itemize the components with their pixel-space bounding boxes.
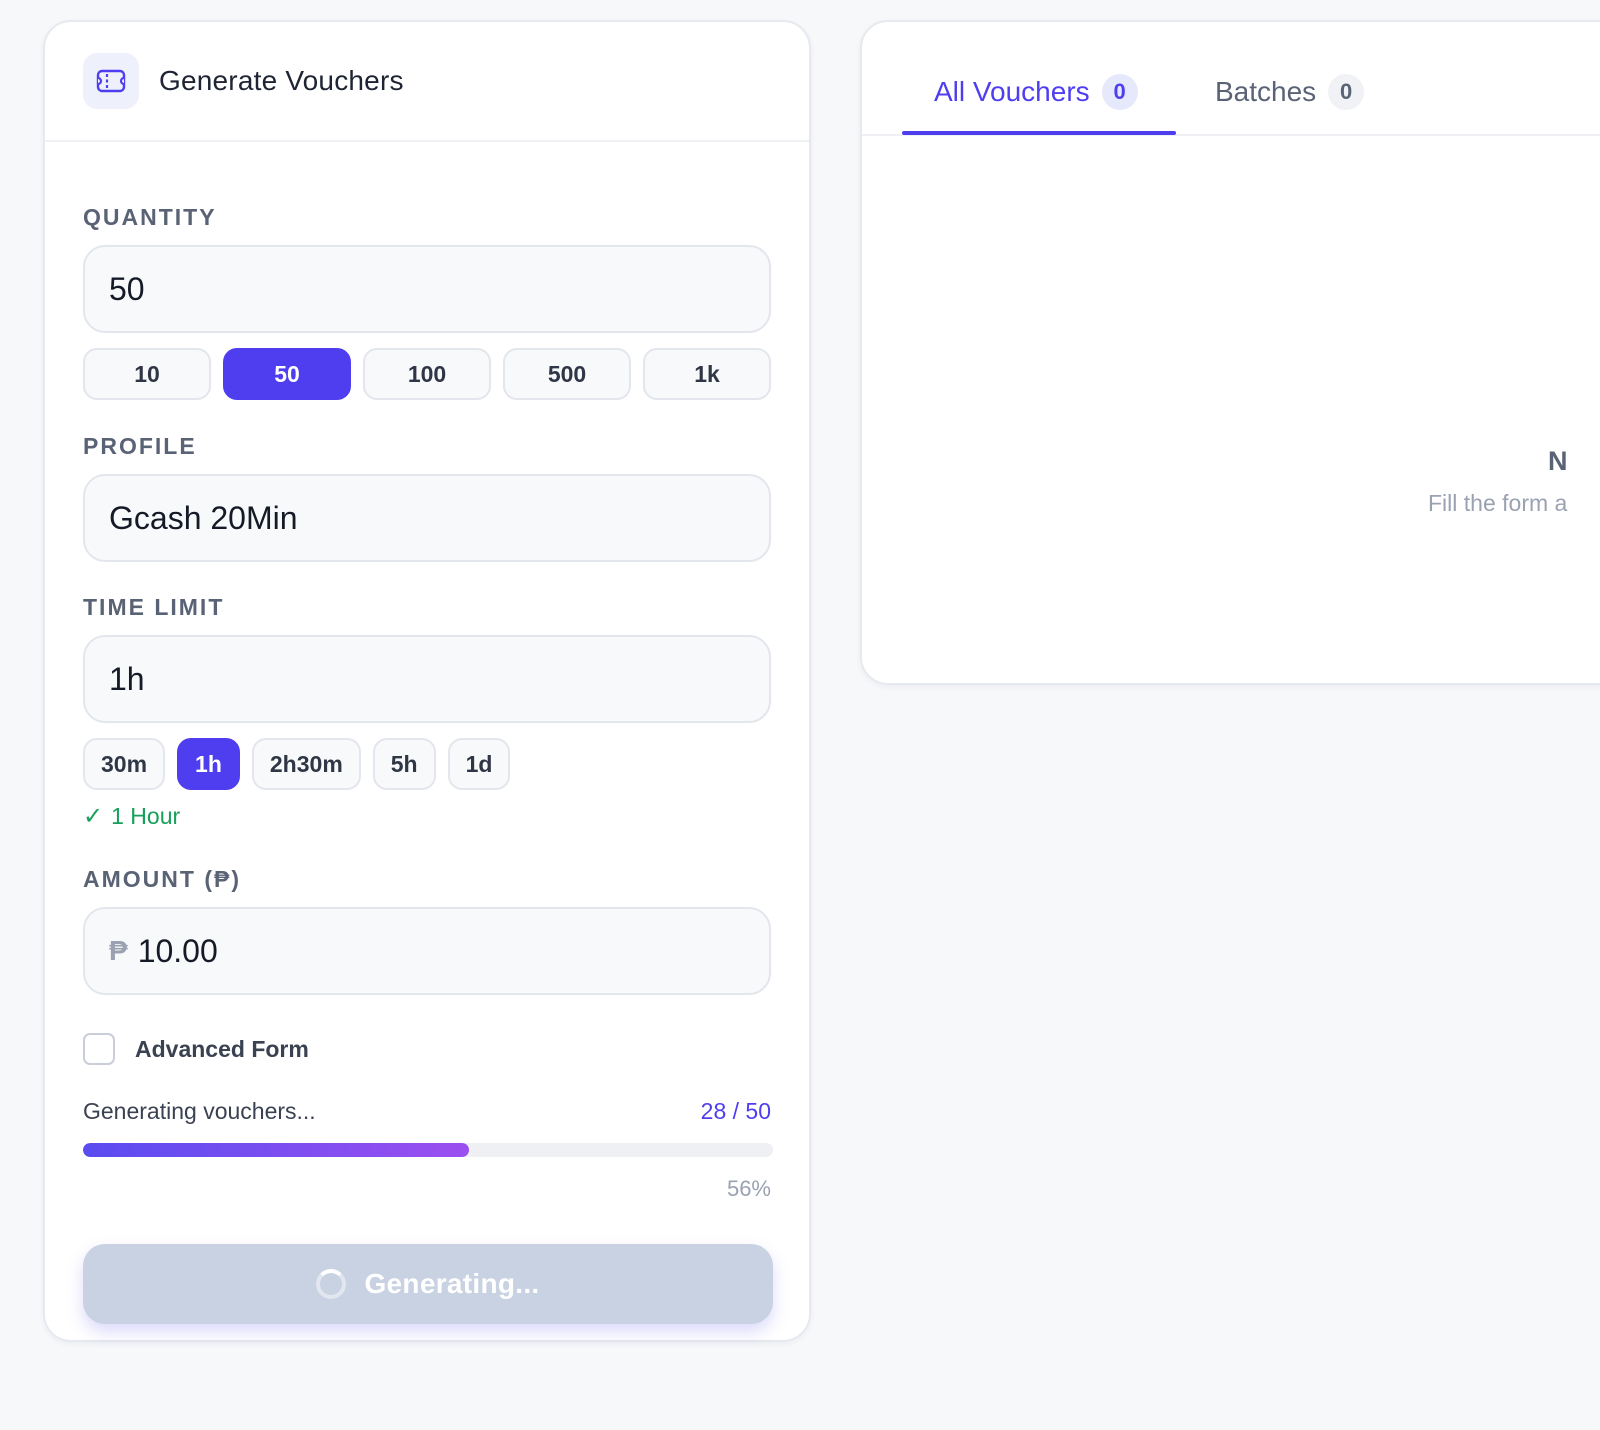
quantity-label: QUANTITY — [83, 204, 217, 230]
time-preset-30m[interactable]: 30m — [83, 738, 166, 790]
card-header: Generate Vouchers — [45, 22, 809, 142]
amount-input[interactable]: ₱ 10.00 — [83, 907, 771, 995]
amount-label: AMOUNT (₱) — [83, 866, 241, 892]
quantity-preset-100[interactable]: 100 — [363, 348, 491, 400]
tab-all-vouchers[interactable]: All Vouchers 0 — [934, 74, 1138, 110]
generate-button-label: Generating... — [364, 1268, 540, 1299]
profile-select[interactable]: Gcash 20Min — [83, 474, 771, 562]
time-preset-2h30m[interactable]: 2h30m — [251, 738, 361, 790]
time-preset-1h[interactable]: 1h — [177, 738, 240, 790]
advanced-form-label: Advanced Form — [135, 1035, 309, 1062]
peso-icon: ₱ — [109, 935, 128, 966]
card-title: Generate Vouchers — [159, 65, 404, 96]
time-limit-label: TIME LIMIT — [83, 594, 225, 620]
empty-state-subtitle: Fill the form a — [1428, 490, 1568, 516]
time-limit-hint-text: 1 Hour — [111, 803, 181, 829]
voucher-tabs: All Vouchers 0 Batches 0 — [862, 22, 1600, 136]
empty-state-title: N — [1548, 446, 1568, 476]
time-limit-input[interactable]: 1h — [83, 635, 771, 723]
quantity-preset-500[interactable]: 500 — [503, 348, 631, 400]
amount-value: 10.00 — [137, 932, 218, 969]
time-limit-presets: 30m 1h 2h30m 5h 1d — [83, 738, 522, 790]
vouchers-panel: All Vouchers 0 Batches 0 N Fill the form… — [860, 20, 1600, 685]
advanced-form-toggle[interactable]: Advanced Form — [83, 1033, 309, 1065]
quantity-presets: 10 50 100 500 1k — [83, 348, 771, 400]
tab-all-vouchers-count: 0 — [1101, 74, 1138, 110]
tab-batches-count: 0 — [1328, 74, 1365, 110]
generate-vouchers-card: Generate Vouchers QUANTITY 50 10 50 100 … — [43, 20, 811, 1342]
ticket-icon — [83, 53, 139, 109]
time-preset-5h[interactable]: 5h — [372, 738, 436, 790]
quantity-preset-10[interactable]: 10 — [83, 348, 211, 400]
tab-batches-label: Batches — [1215, 76, 1317, 107]
spinner-icon — [316, 1269, 347, 1299]
progress-percent: 56% — [726, 1176, 771, 1201]
time-preset-1d[interactable]: 1d — [447, 738, 511, 790]
quantity-preset-1k[interactable]: 1k — [643, 348, 771, 400]
time-limit-hint: ✓ 1 Hour — [83, 802, 180, 831]
quantity-input[interactable]: 50 — [83, 245, 771, 333]
progress-bar — [83, 1143, 773, 1157]
tab-batches[interactable]: Batches 0 — [1215, 74, 1365, 110]
progress-count: 28 / 50 — [700, 1098, 771, 1124]
check-icon: ✓ — [83, 803, 104, 830]
profile-label: PROFILE — [83, 433, 197, 459]
generate-button[interactable]: Generating... — [83, 1244, 773, 1324]
quantity-preset-50[interactable]: 50 — [223, 348, 351, 400]
progress-bar-fill — [83, 1143, 470, 1157]
active-tab-indicator — [902, 131, 1176, 135]
progress-status-text: Generating vouchers... — [83, 1098, 316, 1124]
advanced-form-checkbox[interactable] — [83, 1033, 115, 1065]
tab-all-vouchers-label: All Vouchers — [934, 76, 1090, 107]
